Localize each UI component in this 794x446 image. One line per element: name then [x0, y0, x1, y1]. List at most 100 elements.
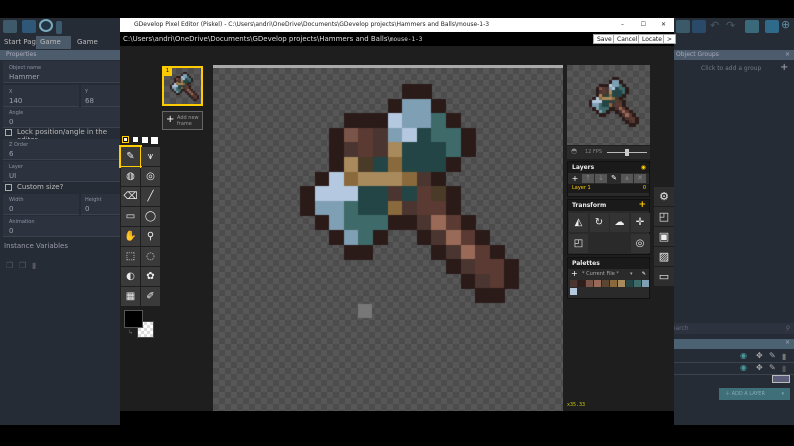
onion-skin-icon[interactable]: ◓	[571, 147, 577, 155]
palette-color-swatch[interactable]	[626, 280, 633, 287]
palette-color-swatch[interactable]	[570, 288, 577, 295]
move-layer-up-icon[interactable]: ↑	[582, 174, 594, 183]
groups-icon[interactable]	[692, 20, 706, 33]
locate-button[interactable]: Locate	[638, 34, 666, 44]
primary-color-swatch[interactable]	[124, 310, 143, 328]
align-target-icon[interactable]: ◎	[630, 234, 650, 253]
rotate-icon[interactable]: ↻	[589, 213, 609, 232]
debug-icon[interactable]	[56, 21, 62, 34]
fps-slider-handle[interactable]	[625, 149, 629, 156]
edit-palette-icon[interactable]: ✎	[642, 269, 646, 279]
rectangle-select-tool-icon[interactable]: ⬚	[121, 247, 140, 266]
eye-icon[interactable]: ◉	[641, 162, 646, 173]
file-name-input[interactable]: mouse-1-3	[390, 36, 423, 43]
delete-layer-icon[interactable]: ✕	[634, 174, 646, 183]
palette-color-swatch[interactable]	[642, 280, 649, 287]
eraser-tool-icon[interactable]: ⌫	[121, 187, 140, 206]
copy-icon[interactable]: ❐	[6, 261, 13, 270]
add-layer-button[interactable]: ＋ ADD A LAYER ▾	[719, 388, 790, 400]
objects-list-icon[interactable]	[676, 20, 690, 33]
center-icon[interactable]: ✛	[630, 213, 650, 232]
rename-layer-icon[interactable]: ✎	[608, 174, 620, 183]
tab-game-events[interactable]: Game (Events)	[73, 36, 120, 59]
add-layer-icon[interactable]: +	[569, 174, 581, 183]
custom-size-checkbox[interactable]	[5, 184, 12, 191]
tab-game[interactable]: Game ×	[36, 36, 71, 59]
layers-search-input[interactable]: Search ⚲	[668, 323, 794, 334]
plus-icon[interactable]: +	[638, 200, 646, 211]
save-icon[interactable]: ▣	[654, 227, 674, 246]
shape-selection-tool-icon[interactable]: ⚲	[141, 227, 160, 246]
more-button[interactable]: >	[663, 34, 677, 44]
pen-size-4[interactable]	[151, 137, 158, 144]
animation-field[interactable]: Animation 0	[3, 216, 120, 237]
x-field[interactable]: X 140	[3, 85, 79, 107]
undo-icon[interactable]: ↶	[710, 19, 719, 32]
layer-item[interactable]: Layer 1 0	[568, 184, 649, 193]
palette-color-swatch[interactable]	[610, 280, 617, 287]
add-group-plus-icon[interactable]: +	[780, 62, 788, 73]
layer-field[interactable]: Layer UI	[3, 161, 120, 182]
add-group-hint[interactable]: Click to add a group	[701, 65, 761, 72]
palette-color-swatch[interactable]	[570, 280, 577, 287]
project-manager-icon[interactable]	[3, 20, 17, 33]
pen-size-1[interactable]	[122, 136, 129, 143]
paint-bucket-tool-icon[interactable]: ◍	[121, 167, 140, 186]
clone-sheep-icon[interactable]: ☁	[610, 213, 629, 232]
close-icon[interactable]: ×	[785, 339, 790, 346]
paste-icon[interactable]: ❐	[19, 261, 26, 270]
y-field[interactable]: Y 68	[81, 85, 120, 107]
trash-icon[interactable]: ▮	[782, 364, 786, 373]
lighten-tool-icon[interactable]: ◐	[121, 267, 140, 286]
close-icon[interactable]: ×	[785, 50, 790, 60]
lasso-select-tool-icon[interactable]: ◌	[141, 247, 160, 266]
paint-same-color-tool-icon[interactable]: ◎	[141, 167, 160, 186]
export-image-icon[interactable]: ▨	[654, 247, 674, 266]
resize-icon[interactable]: ◰	[654, 207, 674, 226]
delete-icon[interactable]: ▮	[32, 261, 36, 270]
zoom-icon[interactable]: ⊕	[781, 18, 790, 31]
lock-checkbox[interactable]	[5, 129, 12, 136]
vertical-mirror-pen-tool-icon[interactable]: ⩛	[141, 147, 160, 166]
layers-icon[interactable]	[745, 20, 759, 33]
background-color-swatch[interactable]	[772, 375, 790, 383]
palette-color-swatch[interactable]	[602, 280, 609, 287]
stroke-tool-icon[interactable]: ╱	[141, 187, 160, 206]
crop-icon[interactable]: ◰	[569, 234, 588, 253]
pen-size-2[interactable]	[133, 137, 138, 142]
import-folder-icon[interactable]: ▭	[654, 267, 674, 286]
edit-icon[interactable]: ✎	[769, 363, 776, 372]
zorder-field[interactable]: Z Order 6	[3, 139, 120, 160]
drawing-canvas[interactable]	[213, 68, 563, 411]
preview-play-icon[interactable]	[39, 19, 53, 32]
move-hand-tool-icon[interactable]: ✋	[121, 227, 140, 246]
merge-layer-icon[interactable]: ⩓	[621, 174, 633, 183]
flip-icon[interactable]: ◭	[569, 213, 588, 232]
swap-colors-icon[interactable]: ↳	[128, 329, 133, 336]
pen-tool-icon[interactable]: ✎	[119, 145, 142, 168]
dithering-pattern-tool-icon[interactable]: ✿	[141, 267, 160, 286]
frame-thumbnail[interactable]: 1	[162, 66, 203, 106]
edit-icon[interactable]: ✎	[769, 351, 776, 360]
palette-color-swatch[interactable]	[618, 280, 625, 287]
open-project-icon[interactable]	[22, 20, 36, 33]
trash-icon[interactable]: ▮	[782, 352, 786, 361]
palette-selector[interactable]: + * Current File * ▾ ✎	[568, 269, 649, 279]
visibility-eye-icon[interactable]: ◉	[740, 351, 747, 360]
redo-icon[interactable]: ↷	[726, 19, 735, 32]
palette-color-swatch[interactable]	[594, 280, 601, 287]
palette-color-swatch[interactable]	[578, 280, 585, 287]
grid-icon[interactable]	[765, 20, 779, 33]
close-window-button[interactable]: ✕	[661, 18, 666, 32]
angle-field[interactable]: Angle 0	[3, 107, 120, 128]
object-name-field[interactable]: Object name Hammer	[3, 61, 120, 83]
palette-color-swatch[interactable]	[634, 280, 641, 287]
add-palette-icon[interactable]: +	[571, 269, 578, 279]
height-field[interactable]: Height 0	[81, 194, 120, 215]
move-icon[interactable]: ✥	[756, 351, 763, 360]
move-icon[interactable]: ✥	[756, 363, 763, 372]
layer-row[interactable]: ◉ ✥ ✎ ▮	[674, 363, 794, 375]
width-field[interactable]: Width 0	[3, 194, 79, 215]
minimize-button[interactable]: –	[621, 18, 624, 32]
pen-size-3[interactable]	[142, 137, 148, 143]
